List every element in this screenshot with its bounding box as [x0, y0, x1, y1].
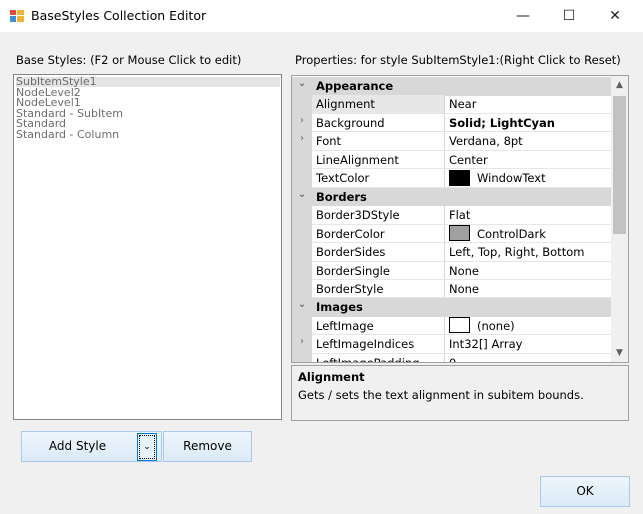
expand-chevron-icon[interactable]: › [292, 115, 312, 126]
property-value[interactable]: ControlDark [445, 225, 612, 244]
property-row[interactable]: BorderSingle None [292, 261, 612, 280]
color-swatch [449, 317, 470, 334]
property-value-text: Center [449, 152, 488, 167]
add-style-dropdown-button[interactable]: ⌄ [137, 433, 157, 461]
property-row[interactable]: LineAlignment Center [292, 150, 612, 170]
property-value[interactable]: Verdana, 8pt [445, 132, 612, 151]
property-value-text: (none) [477, 318, 515, 333]
minimize-button[interactable]: — [500, 0, 546, 32]
scroll-up-arrow-icon[interactable]: ▲ [611, 78, 628, 92]
property-grid[interactable]: ⌄ Appearance Alignment Near › Background Solid… [291, 75, 629, 363]
property-row[interactable]: LeftImage (none) [292, 316, 612, 336]
property-name: BorderStyle [312, 279, 445, 299]
property-row[interactable]: Border3DStyle Flat [292, 206, 612, 225]
category-row[interactable]: ⌄ Images [292, 298, 612, 317]
row-gutter [292, 224, 312, 244]
collapse-chevron-icon[interactable]: ⌄ [292, 299, 312, 310]
property-value-text: Int32[] Array [449, 337, 523, 352]
ok-button[interactable]: OK [540, 476, 630, 507]
scrollbar-thumb[interactable] [613, 96, 626, 234]
close-button[interactable]: ✕ [592, 0, 638, 32]
row-gutter [292, 279, 312, 299]
property-value[interactable]: 0 [445, 354, 612, 363]
window-title: BaseStyles Collection Editor [31, 8, 207, 23]
property-value[interactable]: Left, Top, Right, Bottom [445, 243, 612, 262]
row-gutter [292, 206, 312, 225]
property-row[interactable]: TextColor WindowText [292, 169, 612, 188]
description-pane: Alignment Gets / sets the text alignment… [291, 365, 629, 421]
property-value-text: Flat [449, 208, 471, 223]
property-value[interactable]: Center [445, 151, 612, 170]
row-gutter [292, 169, 312, 188]
category-row[interactable]: ⌄ Appearance [292, 77, 612, 96]
row-gutter [292, 261, 312, 280]
property-name: BorderColor [312, 224, 445, 244]
property-row[interactable]: › LeftImageIndices Int32[] Array [292, 335, 612, 354]
property-name: Border3DStyle [312, 206, 445, 225]
row-gutter [292, 150, 312, 170]
property-row[interactable]: LeftImagePadding 0 [292, 353, 612, 363]
property-name: LineAlignment [312, 150, 445, 170]
list-item[interactable]: Standard - Column [16, 129, 119, 140]
base-styles-list[interactable]: SubItemStyle1 NodeLevel2 NodeLevel1 Standar… [13, 74, 282, 420]
category-title: Appearance [316, 79, 394, 93]
property-value-text: 0 [449, 355, 457, 363]
row-gutter [292, 353, 312, 362]
property-name: BorderSides [312, 243, 445, 262]
property-row[interactable]: BorderSides Left, Top, Right, Bottom [292, 243, 612, 262]
property-value-text: Solid; LightCyan [449, 115, 555, 130]
property-value-text: WindowText [477, 171, 546, 186]
chevron-down-icon: ⌄ [139, 435, 155, 459]
maximize-button[interactable]: ☐ [546, 0, 592, 32]
property-value-text: Near [449, 97, 477, 112]
property-value[interactable]: None [445, 280, 612, 299]
property-row[interactable]: BorderColor ControlDark [292, 224, 612, 244]
property-name: Font [312, 132, 445, 151]
properties-label: Properties: for style SubItemStyle1:(Rig… [295, 53, 621, 67]
color-swatch [449, 169, 470, 186]
collapse-chevron-icon[interactable]: ⌄ [292, 78, 312, 89]
property-value-text: Left, Top, Right, Bottom [449, 245, 585, 260]
category-title: Images [316, 300, 363, 315]
category-row[interactable]: ⌄ Borders [292, 187, 612, 207]
property-value-text: None [449, 263, 480, 278]
property-name: TextColor [312, 169, 445, 188]
property-name: BorderSingle [312, 261, 445, 280]
collection-editor-icon [10, 10, 24, 22]
property-row[interactable]: › Background Solid; LightCyan [292, 113, 612, 133]
expand-chevron-icon[interactable]: › [292, 133, 312, 144]
property-name: LeftImagePadding [312, 353, 445, 362]
row-gutter [292, 316, 312, 336]
description-title: Alignment [298, 370, 365, 384]
property-value[interactable]: Int32[] Array [445, 335, 612, 354]
description-text: Gets / sets the text alignment in subite… [298, 388, 584, 402]
property-name: LeftImage [312, 316, 445, 336]
row-gutter [292, 95, 312, 114]
base-styles-label: Base Styles: (F2 or Mouse Click to edit) [16, 53, 242, 67]
property-name: Background [312, 113, 445, 133]
row-gutter [292, 243, 312, 262]
property-name: LeftImageIndices [312, 335, 445, 354]
property-value-text: Verdana, 8pt [449, 134, 523, 149]
property-value[interactable]: Solid; LightCyan [445, 114, 612, 133]
color-swatch [449, 225, 470, 242]
collapse-chevron-icon[interactable]: ⌄ [292, 189, 312, 200]
property-row[interactable]: › Font Verdana, 8pt [292, 132, 612, 151]
property-row[interactable]: Alignment Near [292, 95, 612, 114]
property-value-text: ControlDark [477, 226, 546, 241]
property-row[interactable]: BorderStyle None [292, 279, 612, 299]
expand-chevron-icon[interactable]: › [292, 336, 312, 347]
property-value[interactable]: None [445, 262, 612, 280]
property-value[interactable]: (none) [445, 317, 612, 336]
property-value[interactable]: Near [445, 95, 612, 114]
property-name: Alignment [312, 95, 445, 114]
category-title: Borders [316, 189, 367, 204]
scroll-down-arrow-icon[interactable]: ▼ [611, 346, 628, 360]
property-value-text: None [449, 281, 480, 296]
property-value[interactable]: Flat [445, 206, 612, 225]
remove-button[interactable]: Remove [163, 431, 252, 462]
property-value[interactable]: WindowText [445, 169, 612, 188]
